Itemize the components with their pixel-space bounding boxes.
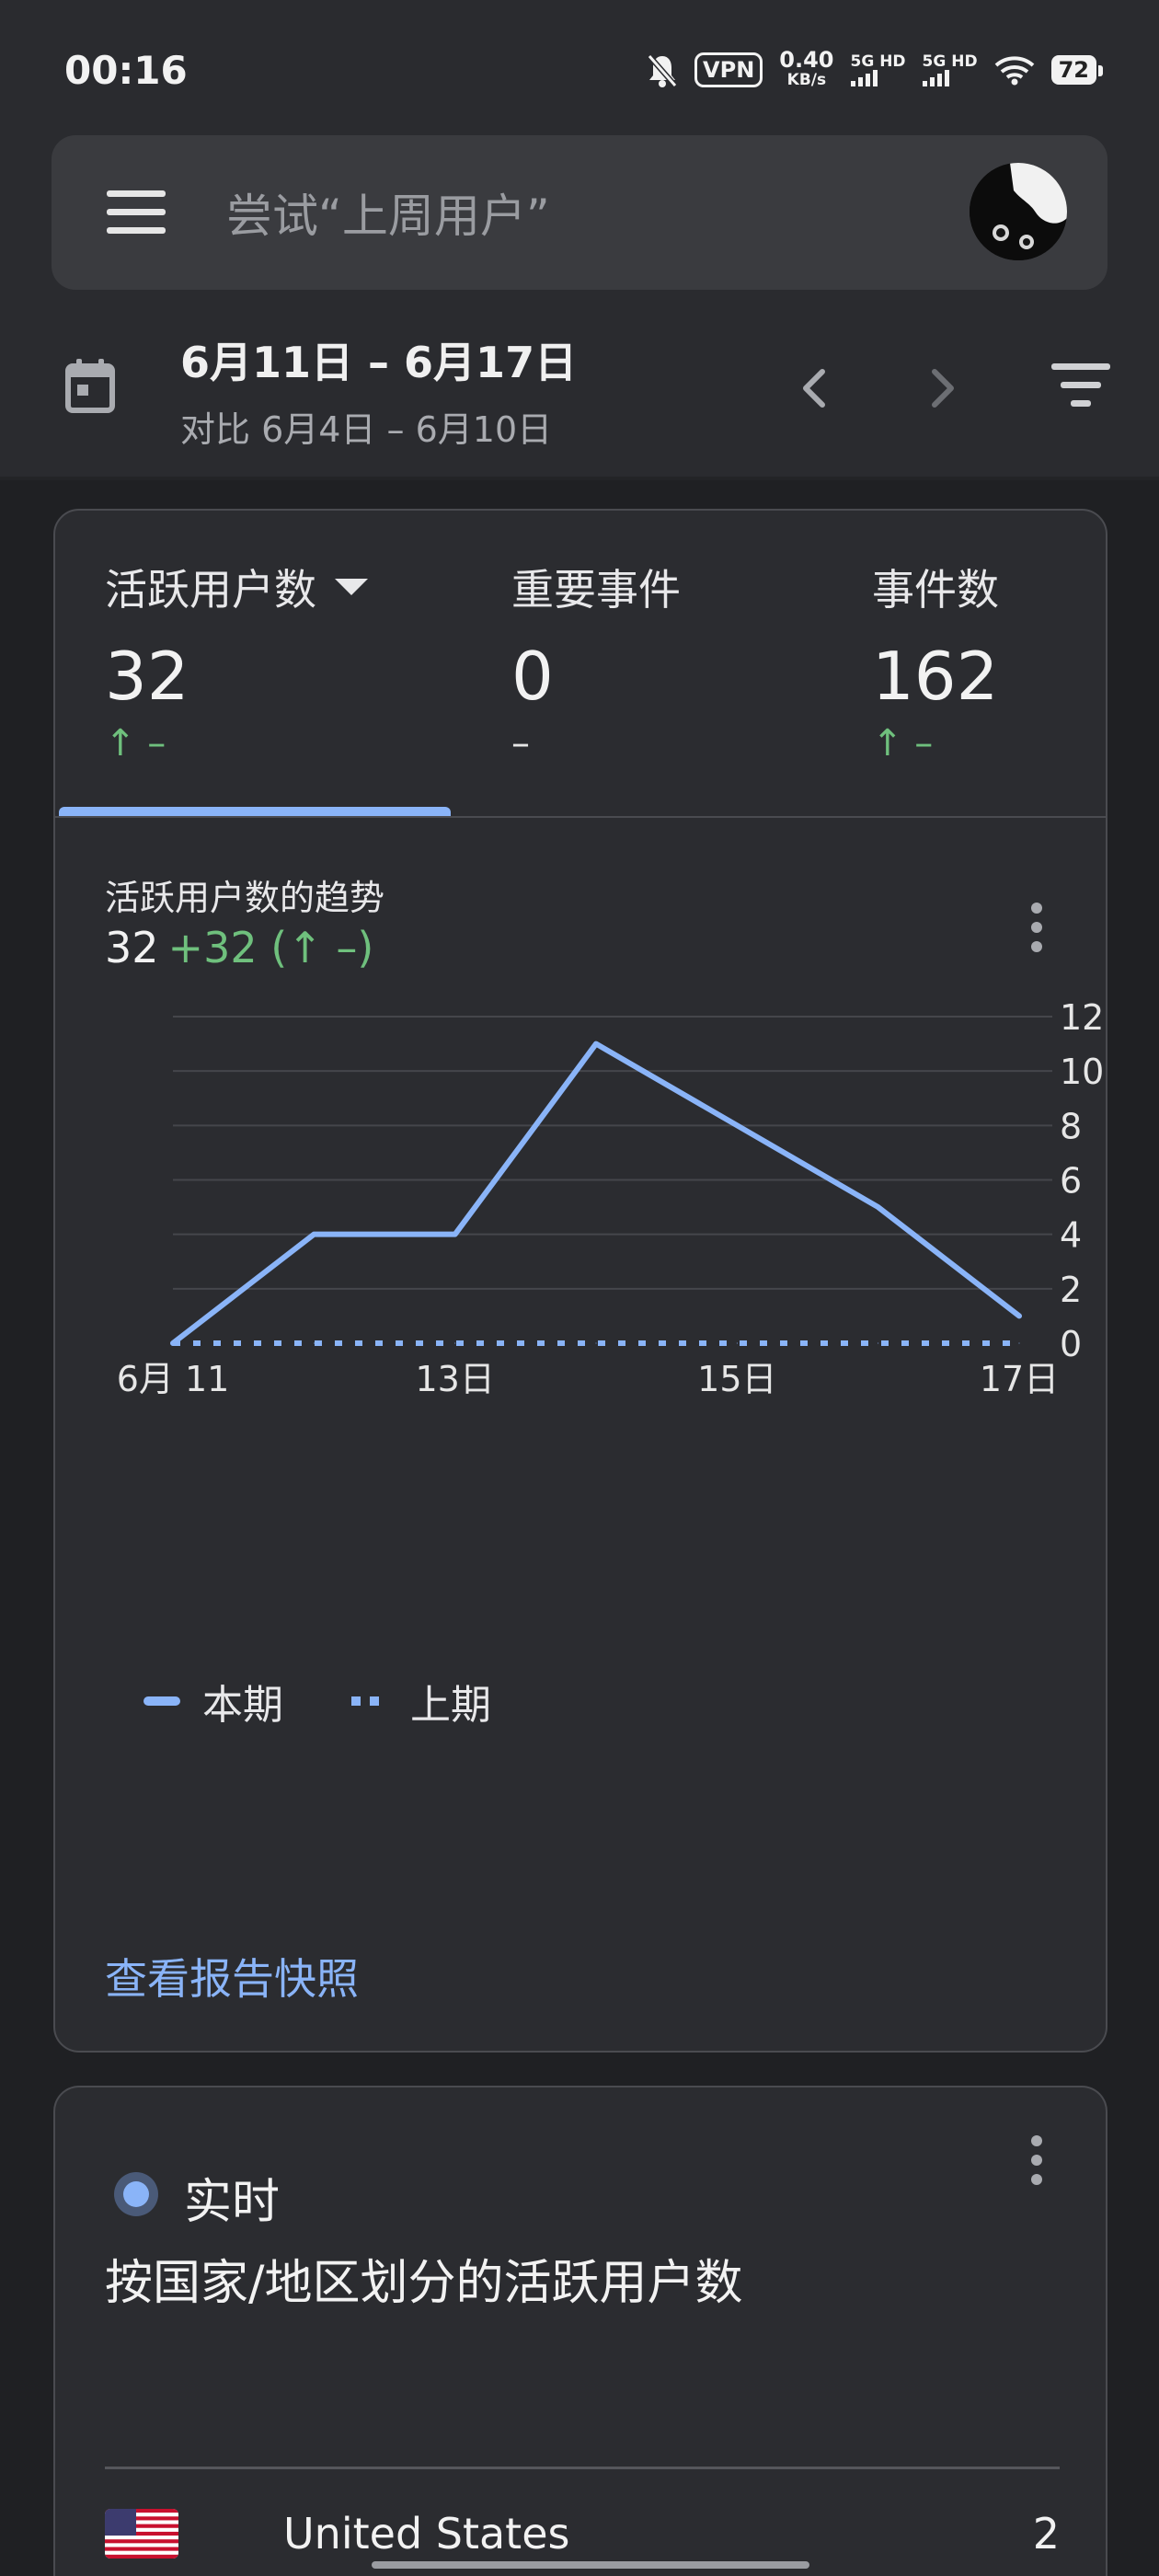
- overview-card: 活跃用户数 32 ↑ – 重要事件 0 – 事件数 162 ↑ – 活跃用户数的…: [53, 509, 1107, 2053]
- y-tick-label: 6: [1060, 1161, 1082, 1202]
- metric-key-events[interactable]: 重要事件 0 –: [511, 557, 681, 765]
- y-tick-label: 0: [1060, 1324, 1082, 1364]
- trend-chart-svg: 0 2 4 6 8 10 12 6月 11 13日 15日 17日: [117, 997, 1105, 1399]
- data-point: [454, 1234, 456, 1236]
- compare-range: 对比 6月4日 – 6月10日: [180, 409, 553, 450]
- search-input[interactable]: 尝试“上周用户”: [226, 179, 550, 246]
- legend-swatch-current: [143, 1696, 180, 1706]
- realtime-dot-icon: [114, 2172, 158, 2216]
- trend-value: 32: [105, 923, 159, 972]
- country-name: United States: [283, 2509, 570, 2559]
- trend-delta: +32 (↑ –): [167, 923, 374, 972]
- y-tick-label: 4: [1060, 1215, 1082, 1256]
- view-report-snapshot-link[interactable]: 查看报告快照: [105, 1946, 359, 2007]
- metric-delta: ↑ –: [872, 722, 934, 765]
- realtime-title: 按国家/地区划分的活跃用户数: [105, 2256, 743, 2311]
- data-point: [313, 1234, 315, 1236]
- search-bar[interactable]: 尝试“上周用户”: [52, 135, 1107, 290]
- trend-title: 活跃用户数的趋势: [105, 878, 385, 918]
- data-point: [1018, 1315, 1020, 1317]
- realtime-label: 实时: [184, 2175, 281, 2230]
- avatar[interactable]: [970, 163, 1067, 260]
- data-point: [736, 1124, 738, 1126]
- dropdown-caret-icon[interactable]: [335, 579, 368, 595]
- status-time: 00:16: [64, 48, 188, 93]
- chevron-right-icon[interactable]: [920, 361, 966, 416]
- x-tick-label: 6月 11: [117, 1359, 230, 1399]
- calendar-icon[interactable]: [64, 357, 116, 414]
- trend-chart: 0 2 4 6 8 10 12 6月 11 13日 15日 17日: [55, 989, 1109, 1467]
- x-tick-label: 13日: [415, 1359, 494, 1399]
- country-value: 2: [1032, 2509, 1060, 2559]
- metric-value: 162: [872, 638, 999, 715]
- us-flag-icon: [105, 2509, 178, 2559]
- selected-tab-indicator: [59, 807, 451, 816]
- legend-previous-label: 上期: [410, 1682, 491, 1729]
- y-tick-label: 8: [1060, 1106, 1082, 1146]
- y-tick-label: 10: [1060, 1052, 1104, 1092]
- metric-active-users[interactable]: 活跃用户数 32 ↑ –: [105, 557, 368, 765]
- network-speed: 0.40 KB/s: [779, 47, 834, 89]
- divider: [105, 2467, 1060, 2469]
- metric-delta: ↑ –: [105, 722, 166, 765]
- y-tick-label: 12: [1060, 997, 1104, 1038]
- mute-bell-icon: [647, 54, 678, 87]
- signal-bars-icon: [922, 70, 978, 86]
- metric-value: 0: [511, 638, 554, 715]
- data-point: [172, 1342, 174, 1344]
- data-point: [595, 1342, 597, 1344]
- status-bar: 00:16 VPN 0.40 KB/s 5G HD 5G HD 72: [0, 0, 1159, 129]
- metric-value: 32: [105, 638, 189, 715]
- data-point: [313, 1342, 315, 1344]
- more-options-icon[interactable]: [1023, 903, 1050, 967]
- country-row[interactable]: United States 2: [105, 2501, 1060, 2566]
- x-tick-label: 15日: [697, 1359, 776, 1399]
- home-indicator: [372, 2561, 809, 2569]
- realtime-card: 实时 按国家/地区划分的活跃用户数 United States 2: [53, 2086, 1107, 2576]
- status-icons: VPN 0.40 KB/s 5G HD 5G HD 72: [647, 47, 1104, 90]
- chart-legend: 本期 上期: [143, 1672, 491, 1731]
- header-divider: [0, 477, 1159, 480]
- data-point: [1018, 1342, 1020, 1344]
- metric-label: 事件数: [872, 565, 999, 615]
- signal-2: 5G HD: [922, 53, 978, 86]
- signal-bars-icon: [850, 70, 906, 86]
- wifi-icon: [994, 56, 1034, 86]
- tab-divider: [55, 816, 1106, 818]
- signal-1: 5G HD: [850, 53, 906, 86]
- chevron-left-icon[interactable]: [791, 361, 837, 416]
- trend-summary: 32 +32 (↑ –): [105, 923, 373, 972]
- data-point: [595, 1043, 597, 1045]
- y-tick-label: 2: [1060, 1270, 1082, 1310]
- metric-event-count[interactable]: 事件数 162 ↑ –: [872, 557, 999, 765]
- legend-swatch-previous: [351, 1696, 388, 1706]
- date-range[interactable]: 6月11日 – 6月17日: [180, 329, 577, 390]
- data-point: [454, 1342, 456, 1344]
- metric-label: 重要事件: [511, 565, 681, 615]
- vpn-badge: VPN: [694, 52, 763, 87]
- metric-delta: –: [511, 722, 530, 765]
- menu-icon[interactable]: [107, 190, 166, 235]
- metric-label: 活跃用户数: [105, 565, 316, 615]
- x-tick-label: 17日: [980, 1359, 1059, 1399]
- data-point: [736, 1342, 738, 1344]
- legend-current-label: 本期: [202, 1682, 283, 1729]
- battery-icon: 72: [1050, 55, 1104, 85]
- filter-icon[interactable]: [1049, 363, 1113, 409]
- more-options-icon[interactable]: [1023, 2135, 1050, 2200]
- series-line-current: [170, 1041, 1022, 1346]
